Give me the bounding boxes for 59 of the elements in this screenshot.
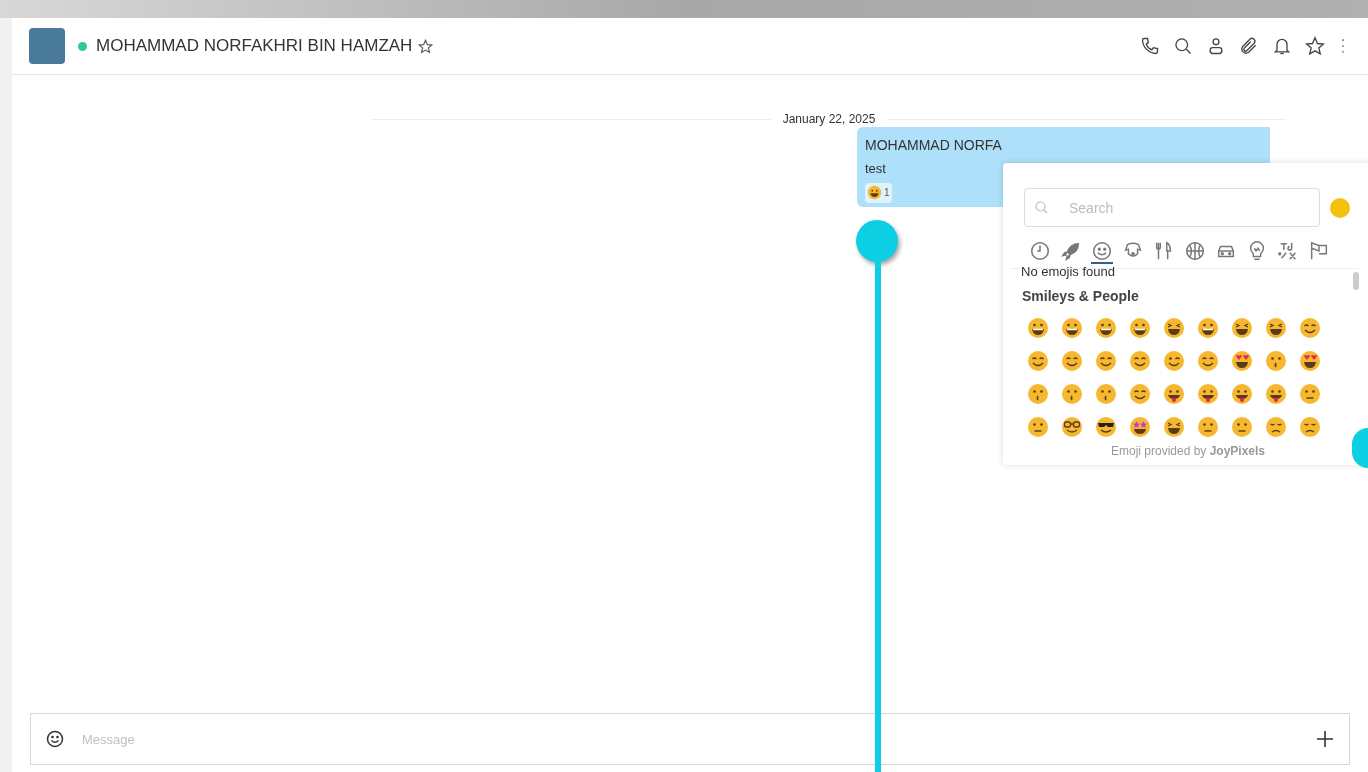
smiley-icon xyxy=(1091,240,1113,262)
emoji-option[interactable] xyxy=(1163,317,1185,339)
message-input-field[interactable]: Message xyxy=(30,713,1350,765)
emoji-option[interactable] xyxy=(1095,317,1117,339)
phone-icon[interactable] xyxy=(1140,36,1160,56)
emoji-option[interactable] xyxy=(1095,350,1117,372)
emoji-option[interactable] xyxy=(1299,416,1321,438)
emoji-option[interactable] xyxy=(1061,317,1083,339)
search-icon[interactable] xyxy=(1173,36,1193,56)
emoji-option[interactable] xyxy=(1231,383,1253,405)
rocket-icon xyxy=(1060,240,1082,262)
emoji-option[interactable] xyxy=(1299,317,1321,339)
reaction-count: 1 xyxy=(884,186,890,200)
reaction-chip[interactable]: 1 xyxy=(865,182,892,203)
emoji-attribution: Emoji provided by JoyPixels xyxy=(1109,443,1267,460)
emoji-option[interactable] xyxy=(1027,317,1049,339)
plus-icon[interactable] xyxy=(1316,730,1334,748)
sender-name: MOHAMMAD NORFA xyxy=(865,136,1002,155)
emoji-option[interactable] xyxy=(1061,416,1083,438)
emoji-option[interactable] xyxy=(1265,416,1287,438)
ball-icon xyxy=(1184,240,1206,262)
scrollbar[interactable] xyxy=(1353,272,1359,290)
emoji-option[interactable] xyxy=(1231,350,1253,372)
message-text: test xyxy=(865,160,886,178)
emoji-option[interactable] xyxy=(1265,317,1287,339)
emoji-option[interactable] xyxy=(1163,416,1185,438)
emoji-option[interactable] xyxy=(1265,383,1287,405)
emoji-option[interactable] xyxy=(1129,383,1151,405)
emoji-option[interactable] xyxy=(1163,383,1185,405)
emoji-option[interactable] xyxy=(1027,350,1049,372)
date-divider: January 22, 2025 xyxy=(781,111,877,128)
no-results-text: No emojis found xyxy=(1021,265,1115,279)
search-icon xyxy=(1035,201,1048,214)
emoji-icon[interactable] xyxy=(46,730,64,748)
emoji-search-field[interactable]: Search xyxy=(1024,188,1320,227)
emoji-option[interactable] xyxy=(1061,350,1083,372)
avatar-photo-placeholder xyxy=(29,28,65,64)
emoji-category-tab[interactable] xyxy=(1060,240,1082,264)
section-title: Smileys & People xyxy=(1022,287,1139,306)
symbols-icon xyxy=(1277,240,1299,262)
emoji-option[interactable] xyxy=(1129,416,1151,438)
emoji-option[interactable] xyxy=(1299,350,1321,372)
emoji-option[interactable] xyxy=(1129,350,1151,372)
favorite-star-icon[interactable] xyxy=(418,38,434,54)
emoji-option[interactable] xyxy=(1163,350,1185,372)
emoji-option[interactable] xyxy=(1197,383,1219,405)
emoji-option[interactable] xyxy=(1197,317,1219,339)
emoji-category-tab[interactable] xyxy=(1091,240,1113,264)
bell-icon[interactable] xyxy=(1272,36,1292,56)
emoji-option[interactable] xyxy=(1095,416,1117,438)
emoji-option[interactable] xyxy=(1197,350,1219,372)
flag-icon xyxy=(1308,240,1330,262)
grinning-emoji-icon xyxy=(867,185,882,200)
emoji-option[interactable] xyxy=(1129,317,1151,339)
star-icon[interactable] xyxy=(1305,36,1325,56)
contact-name: MOHAMMAD NORFAKHRI BIN HAMZAH xyxy=(96,35,413,58)
paperclip-icon[interactable] xyxy=(1239,36,1259,56)
clock-icon xyxy=(1029,240,1051,262)
emoji-option[interactable] xyxy=(1231,317,1253,339)
